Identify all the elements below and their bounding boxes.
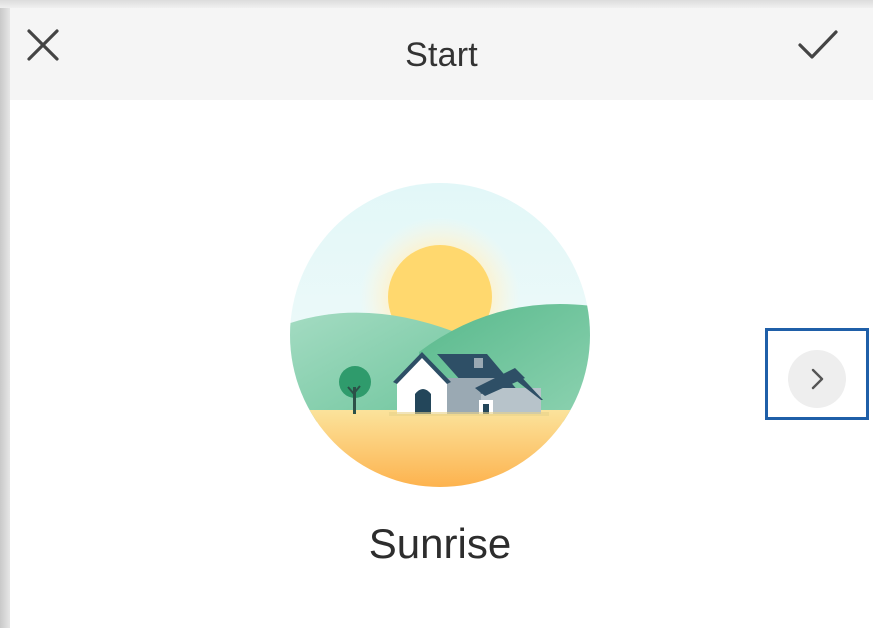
window-shadow-top: [0, 0, 873, 8]
theme-picker-dialog: Start Sunrise: [0, 0, 873, 628]
checkmark-icon: [798, 30, 838, 59]
window-shadow-left: [0, 0, 10, 628]
next-theme-button[interactable]: [788, 350, 846, 408]
theme-illustration[interactable]: [289, 182, 591, 488]
dialog-header: Start: [10, 8, 873, 100]
close-button[interactable]: [20, 22, 66, 68]
chevron-right-icon: [811, 368, 824, 390]
sunrise-illustration: [290, 183, 590, 487]
close-icon: [27, 29, 59, 61]
confirm-button[interactable]: [790, 22, 846, 68]
theme-name: Sunrise: [368, 520, 512, 567]
dialog-title: Start: [405, 36, 478, 74]
